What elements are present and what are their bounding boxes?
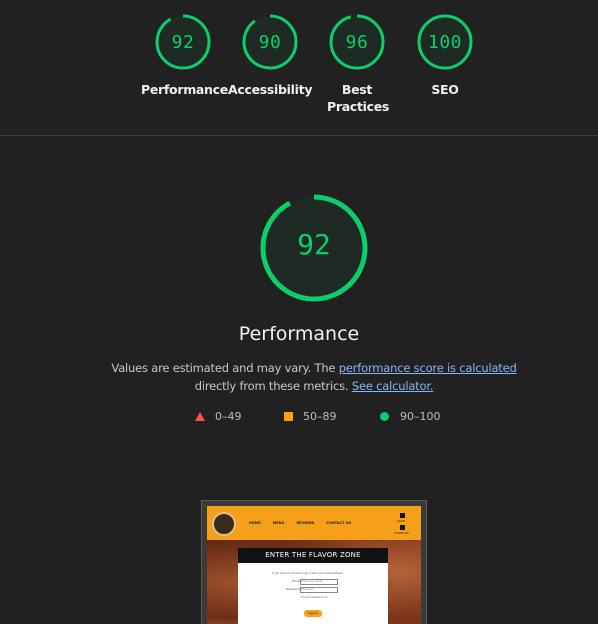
sign-in-button: Sign In — [304, 610, 322, 617]
gauge-label: Best Practices — [327, 82, 390, 114]
login-card-title: ENTER THE FLAVOR ZONE — [238, 548, 388, 563]
legend-range: 50–89 — [303, 410, 337, 423]
final-screenshot[interactable]: HOME MENU REVIEWS CONTACT US LOGIN DOWNL… — [201, 500, 427, 624]
legend-pass: 90–100 — [380, 410, 441, 423]
gauge-score: 96 — [345, 32, 369, 53]
email-placeholder: Enter your email — [301, 579, 323, 583]
nav-link: CONTACT US — [326, 521, 352, 525]
site-hero: ENTER THE FLAVOR ZONE If you have an acc… — [207, 540, 421, 624]
nav-link: REVIEWS — [296, 521, 315, 525]
nav-link: MENU — [272, 521, 285, 525]
section-divider — [0, 135, 598, 136]
gauge-score: 90 — [258, 32, 282, 53]
gauge-accessibility[interactable]: 90 Accessibility — [228, 13, 312, 98]
site-logo — [212, 512, 236, 536]
login-subtitle: If you have an account, log in with your… — [272, 572, 344, 575]
download-icon — [400, 525, 405, 530]
circle-icon — [380, 412, 389, 421]
legend-range: 0–49 — [215, 410, 242, 423]
legend-average: 50–89 — [284, 410, 337, 423]
square-icon — [284, 412, 293, 421]
user-icon — [400, 513, 405, 518]
score-summary: 92 Performance 90 Accessibility 96 Best … — [0, 0, 598, 135]
performance-description: Values are estimated and may vary. The p… — [100, 359, 528, 395]
description-text: Values are estimated and may vary. The — [111, 361, 339, 375]
nav-icon-label: LOGIN — [397, 520, 405, 523]
password-label: Password — [286, 587, 301, 591]
gauge-score: 92 — [297, 228, 331, 261]
gauge-best-practices[interactable]: 96 Best Practices — [315, 13, 399, 115]
performance-title: Performance — [238, 323, 360, 345]
performance-gauge-large: 92 — [259, 193, 369, 303]
site-nav-links: HOME MENU REVIEWS CONTACT US — [249, 521, 351, 525]
gauge-label: SEO — [431, 82, 459, 97]
lighthouse-report: 92 Performance 90 Accessibility 96 Best … — [0, 0, 598, 624]
score-legend: 0–49 50–89 90–100 — [0, 410, 598, 426]
login-card: ENTER THE FLAVOR ZONE If you have an acc… — [238, 548, 388, 624]
gauge-score: 100 — [427, 32, 462, 53]
screenshot-content: HOME MENU REVIEWS CONTACT US LOGIN DOWNL… — [207, 506, 421, 624]
gauge-performance[interactable]: 92 Performance — [141, 13, 228, 98]
site-navbar: HOME MENU REVIEWS CONTACT US LOGIN DOWNL… — [207, 506, 421, 540]
description-text-2: directly from these metrics. — [194, 379, 352, 393]
nav-link: HOME — [249, 521, 261, 525]
forgot-password-link: Forgot Password? — [301, 595, 328, 599]
triangle-icon — [195, 412, 205, 421]
gauge-score: 92 — [171, 32, 195, 53]
see-calculator-link[interactable]: See calculator. — [352, 379, 434, 393]
score-calculated-link[interactable]: performance score is calculated — [339, 361, 517, 375]
nav-icon-label: DOWNLOAD — [394, 532, 410, 535]
legend-range: 90–100 — [400, 410, 441, 423]
gauge-label: Accessibility — [228, 82, 313, 97]
password-placeholder: Password — [301, 587, 314, 591]
gauge-label: Performance — [141, 82, 228, 97]
legend-fail: 0–49 — [195, 410, 242, 423]
gauge-seo[interactable]: 100 SEO — [403, 13, 487, 98]
